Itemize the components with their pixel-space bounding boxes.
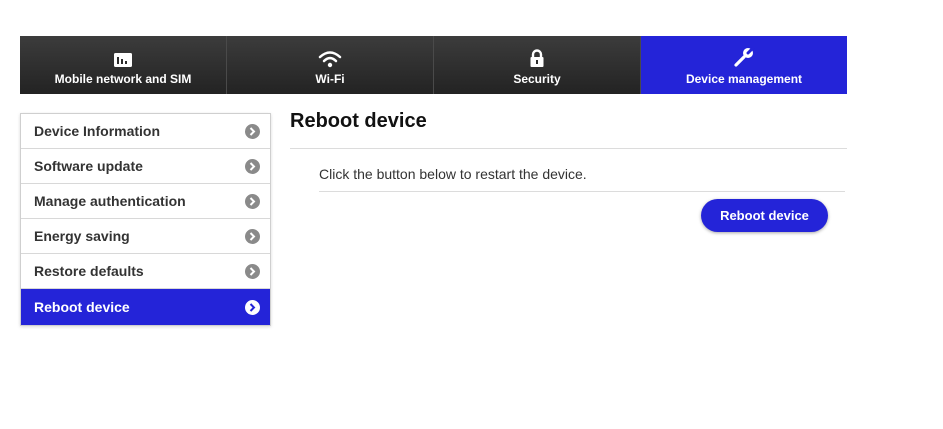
top-navigation: Mobile network and SIM Wi-Fi Security De… (20, 36, 847, 94)
wrench-icon (733, 44, 755, 68)
sidebar-item-label: Restore defaults (34, 263, 144, 279)
description-text: Click the button below to restart the de… (319, 166, 587, 182)
tab-wifi[interactable]: Wi-Fi (227, 36, 434, 94)
tab-label: Security (513, 72, 561, 86)
lock-icon (529, 44, 545, 68)
chevron-right-icon (245, 193, 260, 209)
divider (290, 148, 847, 149)
tab-security[interactable]: Security (434, 36, 641, 94)
chevron-right-icon (245, 123, 260, 139)
sidebar-item-energy-saving[interactable]: Energy saving (21, 219, 270, 254)
page-title: Reboot device (290, 110, 427, 132)
tab-mobile-network-and-sim[interactable]: Mobile network and SIM (20, 36, 227, 94)
sidebar-item-software-update[interactable]: Software update (21, 149, 270, 184)
sidebar-item-label: Energy saving (34, 228, 130, 244)
sidebar-item-device-information[interactable]: Device Information (21, 114, 270, 149)
divider (319, 191, 845, 192)
chevron-right-icon (245, 158, 260, 174)
wifi-icon (318, 44, 342, 68)
sidebar-item-manage-authentication[interactable]: Manage authentication (21, 184, 270, 219)
sidebar-item-restore-defaults[interactable]: Restore defaults (21, 254, 270, 289)
reboot-device-button[interactable]: Reboot device (701, 199, 828, 232)
chevron-right-icon (245, 263, 260, 279)
sidebar-item-reboot-device[interactable]: Reboot device (21, 289, 270, 325)
tab-label: Device management (685, 72, 803, 86)
signal-sim-icon (113, 44, 133, 68)
chevron-right-icon (245, 228, 260, 244)
sidebar-menu: Device Information Software update Manag… (20, 113, 271, 326)
sidebar-item-label: Reboot device (34, 299, 130, 315)
sidebar-item-label: Software update (34, 158, 143, 174)
chevron-right-icon (245, 299, 260, 315)
sidebar-item-label: Device Information (34, 123, 161, 139)
tab-device-management[interactable]: Device management (641, 36, 847, 94)
tab-label: Mobile network and SIM (54, 72, 192, 86)
tab-label: Wi-Fi (315, 72, 345, 86)
sidebar-item-label: Manage authentication (34, 193, 186, 209)
